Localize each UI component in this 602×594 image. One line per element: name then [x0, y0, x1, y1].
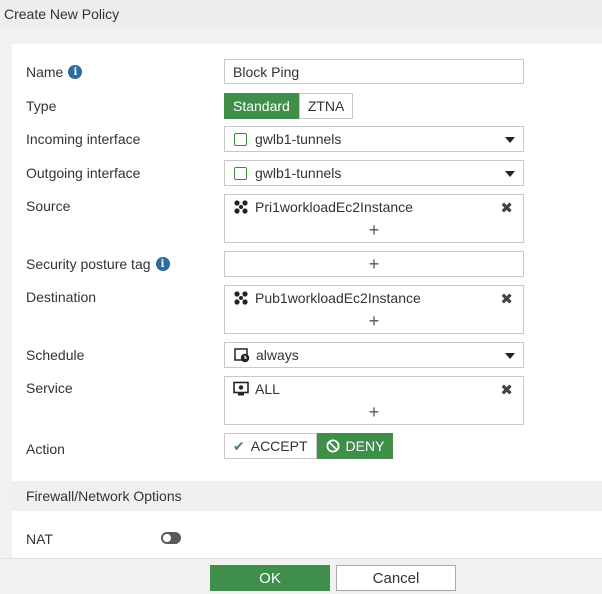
security-posture-tag-field[interactable]: + [224, 251, 524, 277]
source-field: Pri1workloadEc2Instance ✖ + [224, 194, 524, 243]
destination-add-icon[interactable]: + [225, 312, 523, 330]
schedule-icon [234, 348, 250, 363]
incoming-interface-select[interactable]: gwlb1-tunnels [224, 126, 524, 152]
source-value: Pri1workloadEc2Instance [255, 199, 413, 215]
deny-icon [326, 439, 340, 453]
chevron-down-icon [505, 353, 515, 359]
security-posture-add-icon[interactable]: + [225, 255, 523, 273]
service-value: ALL [255, 381, 280, 397]
action-accept-button[interactable]: ✔ ACCEPT [224, 433, 317, 459]
interface-icon [234, 132, 247, 146]
destination-field: Pub1workloadEc2Instance ✖ + [224, 285, 524, 334]
check-icon: ✔ [233, 437, 245, 454]
action-deny-button[interactable]: DENY [316, 433, 394, 459]
outgoing-interface-label: Outgoing interface [26, 165, 141, 181]
nat-toggle[interactable] [161, 532, 181, 544]
schedule-label: Schedule [26, 347, 85, 363]
action-toggle: ✔ ACCEPT DENY [224, 433, 394, 459]
chevron-down-icon [505, 137, 515, 143]
destination-entry[interactable]: Pub1workloadEc2Instance ✖ [225, 286, 523, 310]
security-posture-tag-text: Security posture tag [26, 256, 151, 272]
name-info-icon[interactable]: i [68, 65, 83, 79]
action-accept-label: ACCEPT [250, 438, 308, 454]
service-icon [233, 381, 249, 396]
type-toggle: Standard ZTNA [224, 93, 354, 119]
destination-value: Pub1workloadEc2Instance [255, 290, 421, 306]
schedule-value: always [256, 347, 299, 363]
ok-button[interactable]: OK [210, 565, 330, 591]
source-remove-icon[interactable]: ✖ [500, 199, 513, 217]
dialog-title: Create New Policy [0, 0, 602, 30]
service-label: Service [26, 380, 73, 396]
outgoing-interface-select[interactable]: gwlb1-tunnels [224, 160, 524, 186]
source-entry[interactable]: Pri1workloadEc2Instance ✖ [225, 195, 523, 219]
toggle-knob [163, 534, 171, 542]
type-ztna-button[interactable]: ZTNA [298, 93, 354, 119]
dialog-footer: OK Cancel [0, 558, 602, 594]
nat-label: NAT [26, 531, 53, 547]
service-entry[interactable]: ALL ✖ [225, 377, 523, 401]
service-remove-icon[interactable]: ✖ [500, 381, 513, 399]
address-group-icon [234, 200, 248, 214]
firewall-network-options-header: Firewall/Network Options [12, 481, 602, 511]
name-input[interactable]: Block Ping [224, 59, 524, 84]
source-label: Source [26, 198, 71, 214]
destination-label: Destination [26, 289, 97, 305]
security-posture-tag-label: Security posture tag i [26, 256, 170, 272]
incoming-interface-label: Incoming interface [26, 131, 141, 147]
schedule-select[interactable]: always [224, 342, 524, 368]
destination-remove-icon[interactable]: ✖ [500, 290, 513, 308]
interface-icon [234, 166, 247, 180]
chevron-down-icon [505, 171, 515, 177]
service-field: ALL ✖ + [224, 376, 524, 425]
type-standard-button[interactable]: Standard [224, 93, 299, 119]
cancel-button[interactable]: Cancel [336, 565, 456, 591]
action-label: Action [26, 441, 65, 457]
address-group-icon [234, 291, 248, 305]
outgoing-interface-value: gwlb1-tunnels [255, 165, 342, 181]
security-posture-info-icon[interactable]: i [155, 257, 170, 271]
incoming-interface-value: gwlb1-tunnels [255, 131, 342, 147]
action-deny-label: DENY [345, 438, 385, 454]
policy-form: Name i Block Ping Type Standard ZTNA Inc… [12, 44, 602, 558]
name-label: Name i [26, 64, 83, 80]
name-label-text: Name [26, 64, 64, 80]
service-add-icon[interactable]: + [225, 403, 523, 421]
source-add-icon[interactable]: + [225, 221, 523, 239]
type-label: Type [26, 98, 57, 114]
